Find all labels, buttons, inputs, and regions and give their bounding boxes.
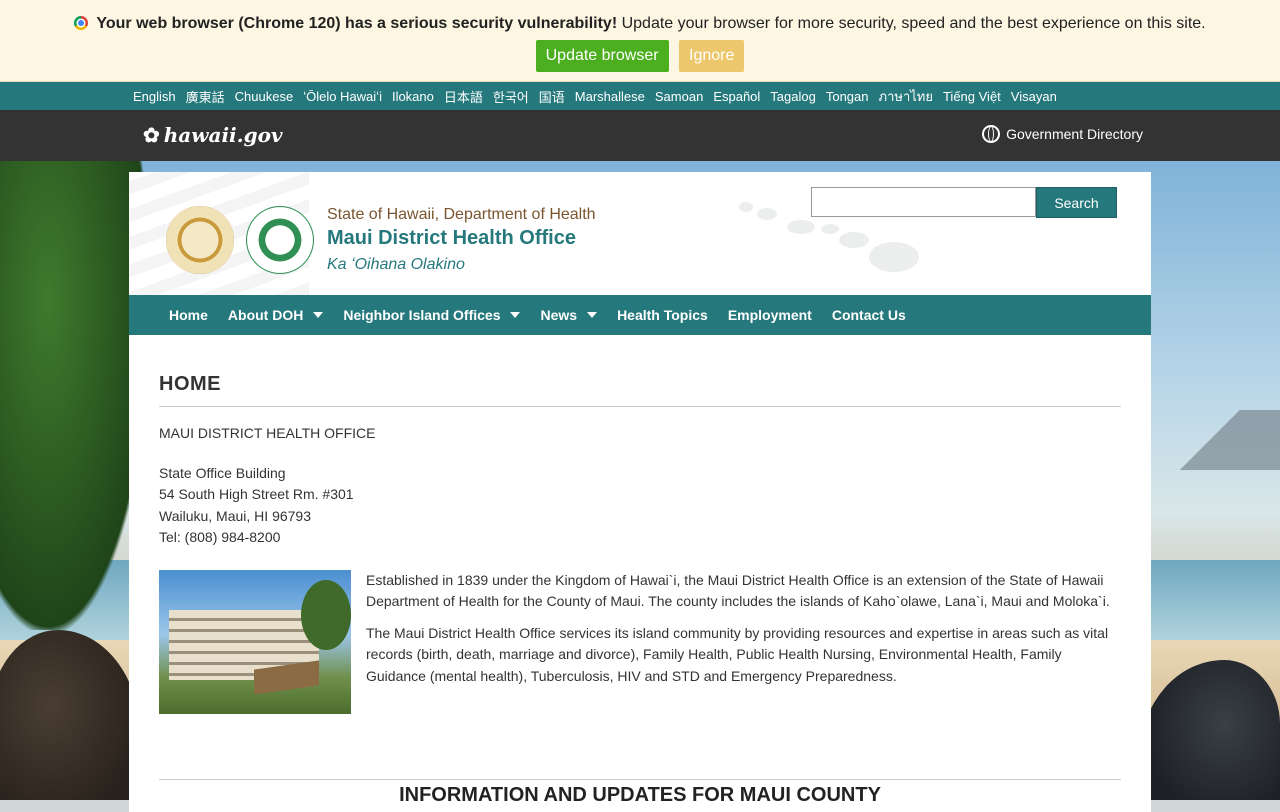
alert-bold-text: Your web browser (Chrome 120) has a seri… xyxy=(96,15,618,32)
search-input[interactable] xyxy=(811,187,1036,217)
directory-label: Government Directory xyxy=(1006,126,1143,142)
search-button[interactable]: Search xyxy=(1036,187,1117,218)
update-browser-button[interactable]: Update browser xyxy=(535,40,669,72)
nav-about-doh[interactable]: About DOH xyxy=(227,307,324,323)
chevron-down-icon xyxy=(510,312,521,318)
phone-line: Tel: (808) 984-8200 xyxy=(159,529,281,545)
nav-label: Home xyxy=(169,307,208,323)
tagline: Ka ʻOihana Olakino xyxy=(327,256,465,273)
browser-update-alert: Your web browser (Chrome 120) has a seri… xyxy=(0,0,1280,82)
chrome-icon xyxy=(74,16,89,30)
doh-seal-icon[interactable] xyxy=(246,206,314,274)
language-link[interactable]: Tiếng Việt xyxy=(943,89,1001,104)
language-link[interactable]: 日本語 xyxy=(444,87,483,106)
address-line: Wailuku, Maui, HI 96793 xyxy=(159,507,311,524)
hawaii-gov-logo[interactable]: ✿ hawaii.gov xyxy=(143,123,283,147)
services-paragraph: The Maui District Health Office services… xyxy=(366,624,1109,684)
globe-icon xyxy=(982,125,1001,143)
nav-label: Contact Us xyxy=(831,307,906,323)
search-form: Search xyxy=(811,187,1117,218)
title-divider xyxy=(159,406,1121,407)
nav-neighbor-island-offices[interactable]: Neighbor Island Offices xyxy=(343,307,521,323)
nav-news[interactable]: News xyxy=(540,307,598,323)
nav-health-topics[interactable]: Health Topics xyxy=(617,307,708,323)
department-name: State of Hawaii, Department of Health xyxy=(327,206,596,223)
office-name: Maui District Health Office xyxy=(327,227,576,249)
language-link[interactable]: English xyxy=(133,89,176,104)
alert-message: Your web browser (Chrome 120) has a seri… xyxy=(0,15,1280,33)
state-office-building-photo xyxy=(159,569,351,714)
language-link[interactable]: Tongan xyxy=(826,89,869,104)
language-link[interactable]: Tagalog xyxy=(770,89,816,104)
nav-label: News xyxy=(540,307,578,323)
main-panel: State of Hawaii, Department of Health Ma… xyxy=(129,172,1151,812)
language-link[interactable]: Visayan xyxy=(1011,89,1057,104)
portal-bar: ✿ hawaii.gov Government Directory xyxy=(0,110,1280,161)
government-directory-link[interactable]: Government Directory xyxy=(982,125,1143,143)
address-line: 54 South High Street Rm. #301 xyxy=(159,486,354,502)
main-nav: Home About DOH Neighbor Island Offices N… xyxy=(129,295,1151,335)
language-link[interactable]: 国语 xyxy=(539,87,565,106)
nav-label: Health Topics xyxy=(617,307,708,323)
state-seal-icon[interactable] xyxy=(166,206,234,274)
nav-home[interactable]: Home xyxy=(169,307,208,323)
nav-contact-us[interactable]: Contact Us xyxy=(832,307,906,323)
nav-employment[interactable]: Employment xyxy=(728,307,812,323)
office-heading: MAUI DISTRICT HEALTH OFFICE xyxy=(159,425,376,441)
language-link[interactable]: Ilokano xyxy=(392,89,434,104)
language-link[interactable]: Chuukese xyxy=(235,89,294,104)
nav-label: Neighbor Island Offices xyxy=(343,307,501,323)
language-link[interactable]: Samoan xyxy=(655,89,703,104)
language-link[interactable]: ภาษาไทย xyxy=(879,86,933,107)
hibiscus-icon: ✿ xyxy=(143,123,160,147)
section-divider xyxy=(159,778,1121,780)
address-line: State Office Building xyxy=(159,464,286,481)
language-link[interactable]: Marshallese xyxy=(575,89,645,104)
ignore-button[interactable]: Ignore xyxy=(679,40,745,72)
alert-text: Update your browser for more security, s… xyxy=(617,15,1206,32)
language-link[interactable]: Español xyxy=(713,89,760,104)
chevron-down-icon xyxy=(313,312,324,318)
language-link[interactable]: 한국어 xyxy=(493,87,529,106)
language-bar: English 廣東話 Chuukese ʻŌlelo Hawaiʻi Ilok… xyxy=(0,82,1280,110)
page-content: HOME MAUI DISTRICT HEALTH OFFICE State O… xyxy=(129,335,1151,812)
site-header: State of Hawaii, Department of Health Ma… xyxy=(129,172,1151,295)
office-address: State Office Building 54 South High Stre… xyxy=(159,463,1121,549)
intro-section: Established in 1839 under the Kingdom of… xyxy=(159,569,1121,714)
agency-title[interactable]: State of Hawaii, Department of Health Ma… xyxy=(327,206,596,274)
language-link[interactable]: 廣東話 xyxy=(186,87,225,106)
portal-logo-text: hawaii.gov xyxy=(163,123,283,147)
section-heading: INFORMATION AND UPDATES FOR MAUI COUNTY xyxy=(399,783,881,806)
language-link[interactable]: ʻŌlelo Hawaiʻi xyxy=(303,89,382,104)
nav-label: Employment xyxy=(727,307,812,323)
nav-label: About DOH xyxy=(227,307,304,323)
intro-paragraph: Established in 1839 under the Kingdom of… xyxy=(366,571,1110,610)
page-title: HOME xyxy=(159,373,221,395)
chevron-down-icon xyxy=(587,312,598,318)
